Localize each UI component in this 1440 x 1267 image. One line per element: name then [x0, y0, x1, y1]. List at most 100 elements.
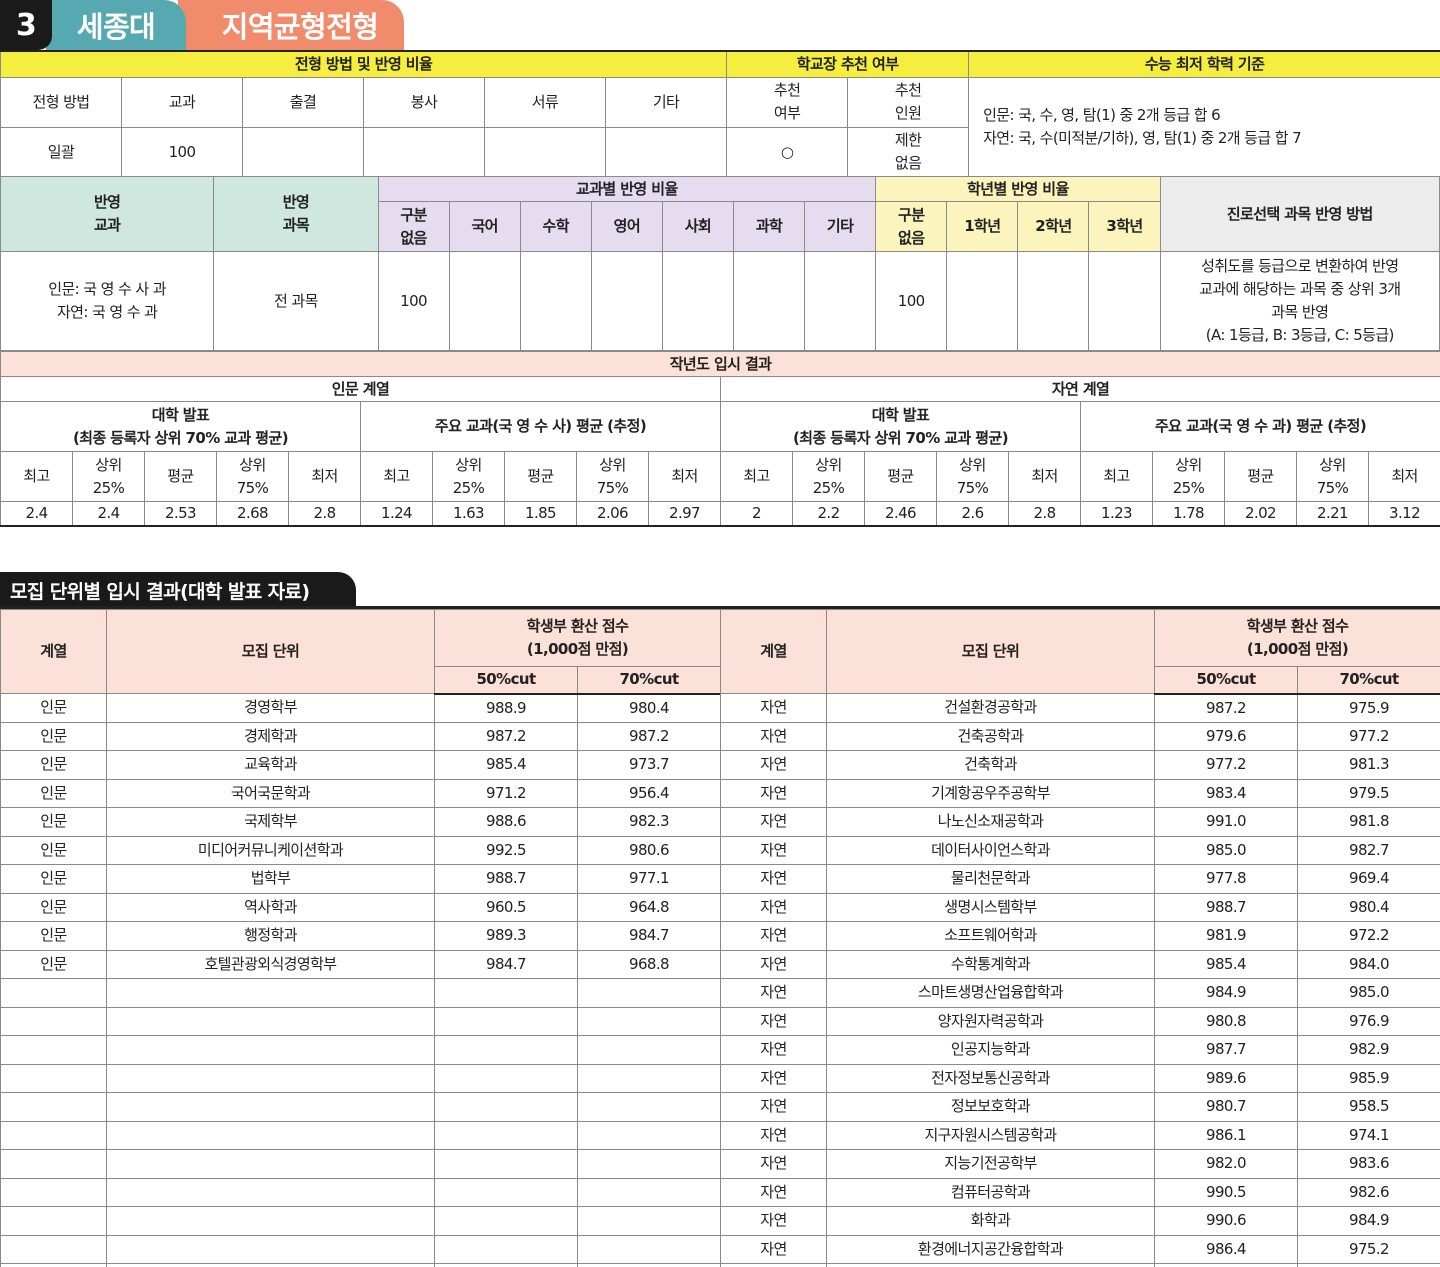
school-name: 세종대	[76, 10, 156, 44]
group-header-method: 전형 방법 및 반영 비율	[0, 50, 728, 78]
table-row: 자연 정보보호학과 980.7 958.5	[720, 1092, 1440, 1122]
subject-value	[661, 251, 734, 351]
unit-50cut	[434, 1206, 578, 1236]
subgroup-header: 주요 교과(국 영 수 사) 평균 (추정)	[360, 401, 721, 452]
header-career: 진로선택 과목 반영 방법	[1159, 176, 1440, 252]
unit-track: 자연	[720, 1177, 827, 1207]
track-science: 자연 계열	[719, 376, 1440, 402]
table-row: 인문 호텔관광외식경영학부 984.7 968.8	[0, 949, 721, 979]
unit-track: 인문	[0, 864, 107, 894]
unit-70cut: 982.7	[1297, 835, 1440, 865]
stat-value: 1.63	[432, 501, 505, 527]
unit-70cut: 968.8	[577, 949, 721, 979]
grade-col: 2학년	[1017, 201, 1090, 252]
unit-track: 자연	[720, 921, 827, 951]
subject-col: 수학	[519, 201, 592, 252]
unit-70cut: 977.2	[1297, 721, 1440, 751]
unit-50cut: 985.4	[1154, 949, 1298, 979]
unit-70cut: 980.6	[577, 835, 721, 865]
number-badge: 3	[0, 0, 52, 50]
table-row: 자연 건축공학과 979.6 977.2	[720, 721, 1440, 751]
table-row: 인문 국제학부 988.6 982.3	[0, 807, 721, 837]
table-row: 자연 건설환경공학과 987.2 975.9	[720, 693, 1440, 723]
unit-track: 자연	[720, 1120, 827, 1150]
header-50cut: 50%cut	[434, 666, 578, 695]
table-row: 자연 양자원자력공학과 980.8 976.9	[720, 1006, 1440, 1036]
unit-track	[0, 1092, 107, 1122]
subject-col: 사회	[661, 201, 734, 252]
table-row	[0, 1206, 721, 1236]
table-row: 자연 환경에너지공간융합학과 986.4 975.2	[720, 1234, 1440, 1264]
unit-70cut: 969.4	[1297, 864, 1440, 894]
unit-50cut: 988.9	[434, 693, 578, 723]
header-unit: 모집 단위	[826, 609, 1155, 694]
method-table: 전형 방법 및 반영 비율 학교장 추천 여부 수능 최저 학력 기준 전형 방…	[0, 50, 1440, 178]
unit-50cut: 981.9	[1154, 921, 1298, 951]
stat-col-label: 최고	[0, 451, 73, 502]
unit-50cut	[434, 1006, 578, 1036]
unit-track: 자연	[720, 978, 827, 1008]
unit-50cut: 980.7	[1154, 1092, 1298, 1122]
method-cell	[604, 126, 728, 178]
unit-track	[0, 1063, 107, 1093]
unit-70cut	[577, 1092, 721, 1122]
col-label: 기타	[604, 76, 728, 128]
school-name-tab: 세종대	[46, 0, 186, 50]
subject-value	[448, 251, 521, 351]
table-row: 자연 소프트웨어학과 981.9 972.2	[720, 921, 1440, 951]
table-row: 자연 인공지능학과 987.7 982.9	[720, 1035, 1440, 1065]
unit-70cut: 981.3	[1297, 750, 1440, 780]
unit-70cut: 987.2	[577, 721, 721, 751]
unit-track: 자연	[720, 1006, 827, 1036]
unit-70cut: 985.0	[1297, 978, 1440, 1008]
section-title: 모집 단위별 입시 결과(대학 발표 자료)	[0, 572, 356, 608]
stat-col-label: 최고	[1080, 451, 1153, 502]
unit-name: 나노신소재공학과	[826, 807, 1155, 837]
method-cell: 제한 없음	[847, 126, 970, 178]
unit-70cut: 984.9	[1297, 1206, 1440, 1236]
stat-col-label: 최고	[720, 451, 793, 502]
unit-track: 인문	[0, 835, 107, 865]
table-row	[720, 1263, 1440, 1267]
unit-name: 역사학과	[106, 892, 435, 922]
unit-70cut: 977.1	[577, 864, 721, 894]
table-row: 자연 수학통계학과 985.4 984.0	[720, 949, 1440, 979]
col-label: 봉사	[363, 76, 485, 128]
unit-70cut	[577, 1206, 721, 1236]
stat-value: 1.24	[360, 501, 433, 527]
header-subject-ratio: 교과별 반영 비율	[377, 176, 877, 202]
stat-col-label: 최저	[648, 451, 721, 502]
unit-70cut	[577, 1149, 721, 1179]
unit-name: 법학부	[106, 864, 435, 894]
unit-50cut	[434, 1063, 578, 1093]
stat-col-label: 평균	[504, 451, 577, 502]
track-humanities: 인문 계열	[0, 376, 721, 402]
stat-col-label: 상위 25%	[1152, 451, 1225, 502]
stat-value: 2.68	[216, 501, 289, 527]
table-row: 인문 미디어커뮤니케이션학과 992.5 980.6	[0, 835, 721, 865]
grade-col: 3학년	[1088, 201, 1161, 252]
stat-value: 2.2	[792, 501, 865, 527]
units-table-humanities: 계열 모집 단위 학생부 환산 점수 (1,000점 만점) 50%cut 70%…	[0, 609, 721, 1267]
unit-70cut	[577, 1035, 721, 1065]
subject-value	[519, 251, 592, 351]
unit-track: 자연	[720, 807, 827, 837]
unit-50cut: 960.5	[434, 892, 578, 922]
table-row: 자연 데이터사이언스학과 985.0 982.7	[720, 835, 1440, 865]
grade-value	[946, 251, 1019, 351]
table-row	[0, 1177, 721, 1207]
unit-name: 경영학부	[106, 693, 435, 723]
value-subjects: 인문: 국 영 수 사 과 자연: 국 영 수 과	[0, 251, 215, 351]
unit-name	[106, 1120, 435, 1150]
stat-col-label: 상위 75%	[936, 451, 1009, 502]
header-grade-ratio: 학년별 반영 비율	[875, 176, 1161, 202]
unit-track	[0, 1035, 107, 1065]
method-cell	[242, 126, 364, 178]
unit-name: 국제학부	[106, 807, 435, 837]
unit-track	[0, 1120, 107, 1150]
unit-70cut: 982.9	[1297, 1035, 1440, 1065]
unit-track: 자연	[720, 1092, 827, 1122]
unit-name: 정보보호학과	[826, 1092, 1155, 1122]
table-row: 자연 생명시스템학부 988.7 980.4	[720, 892, 1440, 922]
table-row: 인문 경영학부 988.9 980.4	[0, 693, 721, 723]
